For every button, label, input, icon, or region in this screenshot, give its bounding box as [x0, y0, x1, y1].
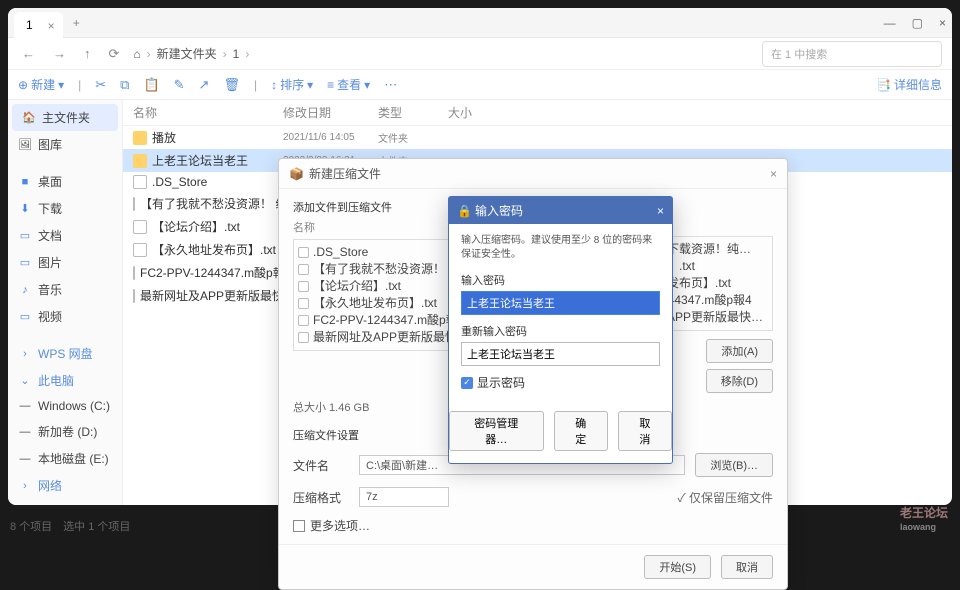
password-dialog: 🔒 输入密码 × 输入压缩密码。建议使用至少 8 位的密码来保证安全性。 输入密… [448, 196, 673, 464]
close-icon[interactable]: × [939, 16, 946, 30]
sidebar-item-wps[interactable]: ›WPS 网盘 [8, 340, 122, 367]
col-type[interactable]: 类型 [378, 104, 448, 121]
sidebar-item-thispc[interactable]: ⌄此电脑 [8, 367, 122, 394]
sidebar-item-pictures[interactable]: ▭图片 [8, 249, 122, 276]
cancel-button[interactable]: 取消 [721, 555, 773, 579]
password-confirm-input[interactable]: 上老王论坛当老王 [461, 342, 660, 366]
add-file-button[interactable]: 添加(A) [706, 339, 773, 363]
password-dialog-title: 🔒 输入密码 × [449, 197, 672, 224]
more-icon[interactable]: ⋯ [384, 77, 397, 93]
sidebar-item-home[interactable]: 🏠主文件夹 [12, 104, 118, 131]
column-headers[interactable]: 名称 修改日期 类型 大小 [123, 100, 952, 126]
col-size[interactable]: 大小 [448, 104, 508, 121]
file-icon [298, 315, 309, 326]
sidebar-item-drive-c[interactable]: —Windows (C:) [8, 394, 122, 418]
compress-dialog-title: 📦 新建压缩文件 × [279, 159, 787, 189]
checkbox-icon: ✓ [461, 377, 473, 389]
details-button[interactable]: 📑 详细信息 [876, 76, 942, 93]
close-icon[interactable]: × [657, 204, 664, 218]
file-icon [133, 266, 135, 280]
share-icon[interactable]: ↗ [199, 77, 210, 93]
folder-icon [133, 154, 147, 168]
sidebar-item-videos[interactable]: ▭视频 [8, 303, 122, 330]
close-icon[interactable]: × [770, 167, 777, 181]
lock-icon: 🔒 [457, 204, 472, 218]
window-tab[interactable]: 1 × [14, 12, 63, 38]
sidebar-item-music[interactable]: ♪音乐 [8, 276, 122, 303]
breadcrumb-seg[interactable]: 1 [233, 47, 240, 61]
auto-delete-check[interactable]: ✓ 仅保留压缩文件 [677, 489, 773, 506]
breadcrumb-seg[interactable]: 新建文件夹 [157, 45, 217, 62]
password-input[interactable]: 上老王论坛当老王 [461, 291, 660, 315]
minimize-icon[interactable]: — [884, 16, 896, 30]
sort-button[interactable]: ↕ 排序 ▾ [271, 76, 313, 93]
sidebar: 🏠主文件夹 🖼图库 ■桌面 ⬇下载 ▭文档 ▭图片 ♪音乐 ▭视频 ›WPS 网… [8, 100, 123, 505]
forward-icon[interactable]: → [49, 44, 70, 63]
file-icon [298, 264, 309, 275]
up-icon[interactable]: ↑ [80, 44, 95, 63]
file-icon [133, 220, 147, 234]
search-input[interactable]: 在 1 中搜索 [762, 41, 942, 67]
view-button[interactable]: ≡ 查看 ▾ [327, 76, 370, 93]
home-icon: ⌂ [133, 47, 140, 61]
sidebar-item-downloads[interactable]: ⬇下载 [8, 195, 122, 222]
titlebar: 1 × + — ▢ × [8, 8, 952, 38]
archive-icon: 📦 [289, 167, 304, 181]
close-tab-icon[interactable]: × [48, 19, 55, 33]
cancel-button[interactable]: 取消 [618, 411, 672, 451]
tab-title: 1 [26, 18, 33, 32]
start-button[interactable]: 开始(S) [644, 555, 711, 579]
sidebar-item-gallery[interactable]: 🖼图库 [8, 131, 122, 158]
file-icon [133, 197, 135, 211]
window-controls: — ▢ × [884, 16, 946, 30]
sidebar-item-drive-d[interactable]: —新加卷 (D:) [8, 418, 122, 445]
rename-icon[interactable]: ✎ [174, 77, 185, 93]
show-password-check[interactable]: ✓ 显示密码 [461, 374, 660, 391]
file-icon [133, 175, 147, 189]
file-icon [298, 281, 309, 292]
file-icon [298, 332, 309, 343]
sidebar-item-network[interactable]: ›网络 [8, 472, 122, 499]
toolbar: ⊕ 新建 ▾ | ✂ ⧉ 📋 ✎ ↗ 🗑 | ↕ 排序 ▾ ≡ 查看 ▾ ⋯ 📑… [8, 70, 952, 100]
format-select[interactable] [359, 487, 449, 507]
file-icon [298, 247, 309, 258]
remove-file-button[interactable]: 移除(D) [706, 369, 773, 393]
file-icon [133, 289, 135, 303]
cut-icon[interactable]: ✂ [95, 77, 106, 93]
col-name[interactable]: 名称 [133, 104, 283, 121]
sidebar-item-desktop[interactable]: ■桌面 [8, 168, 122, 195]
more-options-check[interactable]: 更多选项… [293, 517, 773, 534]
browse-button[interactable]: 浏览(B)… [695, 453, 773, 477]
paste-icon[interactable]: 📋 [143, 77, 159, 93]
file-icon [298, 298, 309, 309]
address-bar: ← → ↑ ⟳ ⌂ › 新建文件夹 › 1 › 在 1 中搜索 [8, 38, 952, 70]
col-date[interactable]: 修改日期 [283, 104, 378, 121]
password-hint: 输入压缩密码。建议使用至少 8 位的密码来保证安全性。 [461, 234, 660, 262]
watermark: 老王论坛laowang [900, 504, 948, 532]
sidebar-item-documents[interactable]: ▭文档 [8, 222, 122, 249]
breadcrumb[interactable]: ⌂ › 新建文件夹 › 1 › [133, 45, 752, 62]
folder-icon [133, 131, 147, 145]
password-manager-button[interactable]: 密码管理器… [449, 411, 544, 451]
delete-icon[interactable]: 🗑 [223, 77, 240, 93]
sidebar-item-drive-e[interactable]: —本地磁盘 (E:) [8, 445, 122, 472]
status-bar: 8 个项目 选中 1 个项目 [10, 518, 130, 534]
ok-button[interactable]: 确定 [554, 411, 608, 451]
copy-icon[interactable]: ⧉ [120, 77, 129, 93]
new-button[interactable]: ⊕ 新建 ▾ [18, 76, 64, 93]
maximize-icon[interactable]: ▢ [912, 16, 923, 30]
file-row[interactable]: 播放2021/11/6 14:05文件夹 [123, 126, 952, 149]
back-icon[interactable]: ← [18, 44, 39, 63]
add-tab-icon[interactable]: + [73, 16, 80, 30]
file-icon [133, 243, 147, 257]
refresh-icon[interactable]: ⟳ [105, 44, 124, 64]
